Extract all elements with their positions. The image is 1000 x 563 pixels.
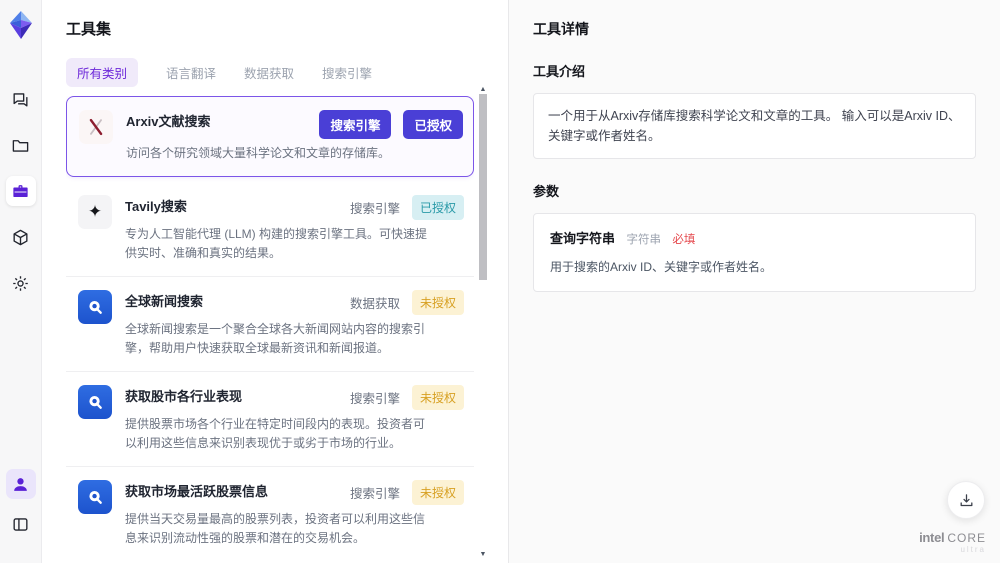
download-icon xyxy=(960,493,972,506)
chat-icon[interactable] xyxy=(6,84,36,114)
parameter-name: 查询字符串 xyxy=(550,231,616,246)
panel-toggle-icon[interactable] xyxy=(6,509,36,539)
tool-title: 获取股市各行业表现 xyxy=(125,388,243,404)
intel-core-logo: intel CORE ultra xyxy=(919,529,986,555)
category-badge: 搜索引擎 xyxy=(349,391,400,406)
status-badge[interactable]: 已授权 xyxy=(411,194,464,220)
tool-title: 获取市场最活跃股票信息 xyxy=(125,483,269,499)
folder-icon[interactable] xyxy=(6,130,36,160)
brand-sub: ultra xyxy=(960,545,986,555)
gear-icon[interactable] xyxy=(6,268,36,298)
tool-card[interactable]: ✦ Tavily搜索 搜索引擎 已授权 专为人工智能代理 (LLM) 构建的搜索… xyxy=(66,181,474,277)
tool-description: 访问各个研究领域大量科学论文和文章的存储库。 xyxy=(126,146,391,160)
tool-card-list: Arxiv文献搜索 搜索引擎 已授权 访问各个研究领域大量科学论文和文章的存储库… xyxy=(66,96,474,548)
page-title: 工具集 xyxy=(66,21,112,38)
required-badge: 必填 xyxy=(672,234,696,246)
category-badge: 搜索引擎 xyxy=(349,486,400,501)
arxiv-logo-icon xyxy=(79,110,113,144)
status-badge[interactable]: 已授权 xyxy=(403,110,463,139)
status-badge[interactable]: 未授权 xyxy=(411,384,464,410)
parameter-description: 用于搜索的Arxiv ID、关键字或作者姓名。 xyxy=(550,260,773,274)
category-badge: 搜索引擎 xyxy=(319,110,392,139)
sparkle-icon: ✦ xyxy=(78,194,112,229)
tool-card[interactable]: Arxiv文献搜索 搜索引擎 已授权 访问各个研究领域大量科学论文和文章的存储库… xyxy=(66,96,474,177)
tool-title: Tavily搜索 xyxy=(125,198,187,214)
cube-icon[interactable] xyxy=(6,222,36,252)
search-blue-icon xyxy=(78,289,112,324)
tool-card[interactable]: 全球新闻搜索 数据获取 未授权 全球新闻搜索是一个聚合全球各大新闻网站内容的搜索… xyxy=(66,276,474,372)
category-tabs: 所有类别 语言翻译 数据获取 搜索引擎 xyxy=(66,58,474,87)
scroll-down-icon[interactable]: ▼ xyxy=(478,551,488,559)
scroll-up-icon[interactable]: ▲ xyxy=(478,86,488,94)
status-badge[interactable]: 未授权 xyxy=(411,479,464,505)
params-heading: 参数 xyxy=(533,184,560,199)
parameter-item: 查询字符串 字符串 必填 用于搜索的Arxiv ID、关键字或作者姓名。 xyxy=(533,213,976,292)
details-panel: 工具详情 工具介绍 一个用于从Arxiv存储库搜索科学论文和文章的工具。 输入可… xyxy=(508,0,1000,563)
intro-text: 一个用于从Arxiv存储库搜索科学论文和文章的工具。 输入可以是Arxiv ID… xyxy=(533,93,976,159)
download-button[interactable] xyxy=(947,481,985,519)
category-badge: 数据获取 xyxy=(349,296,400,311)
tool-description: 提供股票市场各个行业在特定时间段内的表现。投资者可以利用这些信息来识别表现优于或… xyxy=(125,416,426,450)
tab-2[interactable]: 数据获取 xyxy=(244,58,294,87)
tools-panel: 工具集 所有类别 语言翻译 数据获取 搜索引擎 Arxiv文献搜索 搜索引擎 已授权 … xyxy=(42,0,508,563)
app: 工具集 所有类别 语言翻译 数据获取 搜索引擎 Arxiv文献搜索 搜索引擎 已授权 … xyxy=(0,0,1000,563)
tool-description: 专为人工智能代理 (LLM) 构建的搜索引擎工具。可快速提供实时、准确和真实的结… xyxy=(125,226,428,260)
briefcase-icon[interactable] xyxy=(5,176,36,206)
tab-1[interactable]: 语言翻译 xyxy=(166,58,216,87)
status-badge[interactable]: 未授权 xyxy=(411,289,464,315)
tab-3[interactable]: 搜索引擎 xyxy=(322,58,372,87)
intro-heading: 工具介绍 xyxy=(533,64,586,79)
tool-description: 提供当天交易量最高的股票列表，投资者可以利用这些信息来识别流动性强的股票和潜在的… xyxy=(125,511,426,545)
tab-0[interactable]: 所有类别 xyxy=(66,58,139,87)
search-blue-icon xyxy=(78,479,112,514)
parameter-header: 查询字符串 字符串 必填 xyxy=(550,228,959,248)
details-title: 工具详情 xyxy=(533,21,589,37)
brand-secondary: CORE xyxy=(947,530,986,545)
scrollbar-thumb[interactable] xyxy=(479,94,487,280)
brand-primary: intel xyxy=(919,529,945,545)
tool-card[interactable]: 获取市场最活跃股票信息 搜索引擎 未授权 提供当天交易量最高的股票列表，投资者可… xyxy=(66,466,474,548)
left-rail xyxy=(0,0,42,563)
app-logo-icon xyxy=(8,10,34,40)
parameter-type: 字符串 xyxy=(626,234,661,246)
scrollbar[interactable]: ▲ ▼ xyxy=(478,86,488,559)
user-icon[interactable] xyxy=(5,469,36,499)
tool-title: 全球新闻搜索 xyxy=(125,293,204,309)
category-badge: 搜索引擎 xyxy=(349,201,400,216)
tool-title: Arxiv文献搜索 xyxy=(126,114,211,129)
tool-description: 全球新闻搜索是一个聚合全球各大新闻网站内容的搜索引擎，帮助用户快速获取全球最新资… xyxy=(125,321,426,355)
search-blue-icon xyxy=(78,384,112,419)
tool-card[interactable]: 获取股市各行业表现 搜索引擎 未授权 提供股票市场各个行业在特定时间段内的表现。… xyxy=(66,371,474,467)
